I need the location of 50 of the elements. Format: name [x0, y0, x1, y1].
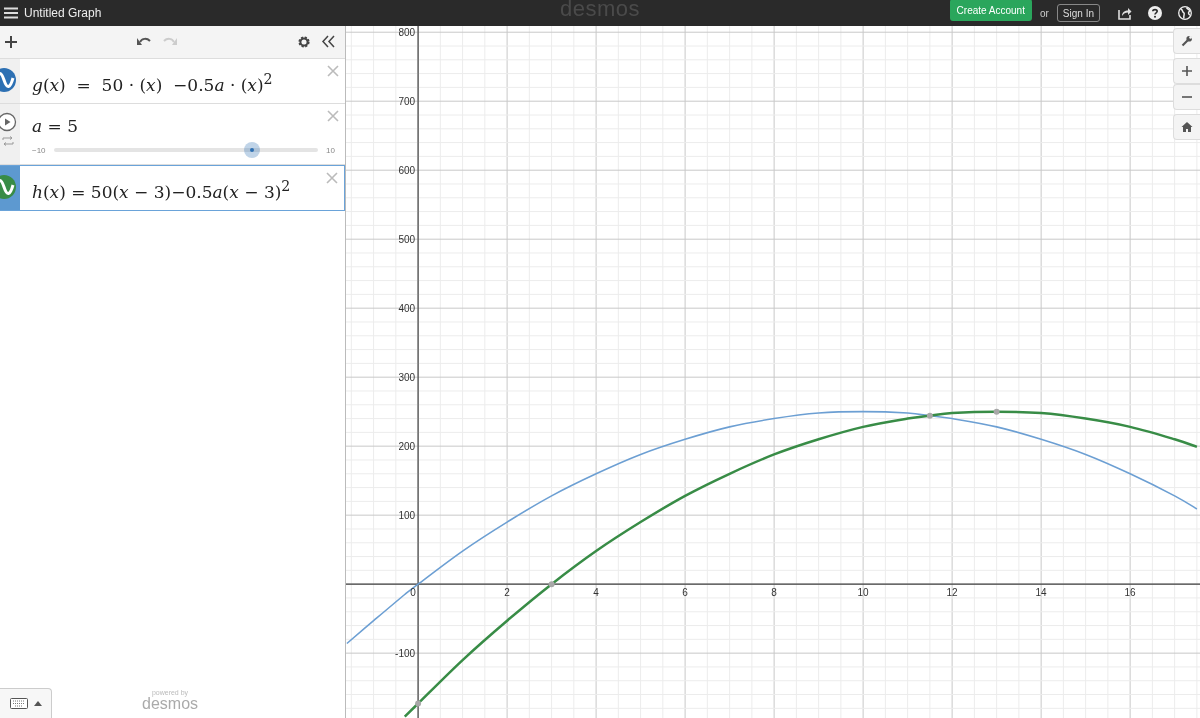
caret-icon [33, 701, 42, 706]
tick-label: 10 [857, 587, 869, 599]
zoom-out-button[interactable] [1173, 84, 1200, 110]
sign-in-button[interactable]: Sign In [1056, 4, 1100, 22]
tick-label: 500 [398, 234, 416, 246]
tick-label: 6 [682, 587, 688, 599]
tick-label: 700 [398, 96, 416, 108]
tick-label: 0 [410, 587, 416, 599]
play-icon[interactable] [0, 112, 17, 132]
expression-row[interactable]: 𝑔(𝑥) = 50 · (𝑥) −0.5𝑎 · (𝑥)$^{2}$ [0, 59, 345, 104]
tick-label: 100 [398, 510, 416, 522]
wrench-icon[interactable] [1173, 28, 1200, 54]
add-icon[interactable] [4, 35, 18, 49]
tick-label: 400 [398, 303, 416, 315]
expression-text[interactable]: ℎ(𝑥) = 50(𝑥 − 3)−0.5𝑎(𝑥 − 3)$^{2}$ [32, 178, 291, 202]
brand-logo: desmos [142, 696, 199, 712]
collapse-icon[interactable] [321, 34, 336, 49]
zoom-in-button[interactable] [1173, 58, 1200, 84]
point-markers[interactable] [415, 408, 1000, 707]
tick-label: -100 [395, 648, 416, 660]
help-icon[interactable] [1148, 6, 1162, 20]
settings-icon[interactable] [297, 35, 311, 49]
graph-title[interactable]: Untitled Graph [24, 6, 102, 20]
undo-icon[interactable] [136, 35, 152, 47]
slider-track[interactable] [53, 142, 319, 158]
globe-icon[interactable] [1178, 6, 1192, 20]
tick-label: 800 [398, 27, 416, 39]
tick-label: 200 [398, 441, 416, 453]
share-icon[interactable] [1118, 6, 1132, 20]
or-text: or [1039, 7, 1049, 19]
tick-label: 300 [398, 372, 416, 384]
expression-row[interactable]: ℎ(𝑥) = 50(𝑥 − 3)−0.5𝑎(𝑥 − 3)$^{2}$ [0, 165, 345, 211]
tick-label: 8 [771, 587, 777, 599]
tick-label: 16 [1124, 587, 1136, 599]
menu-icon[interactable] [4, 7, 18, 19]
slider-thumb[interactable] [243, 142, 260, 158]
tick-label: 2 [504, 587, 510, 599]
tick-label: 4 [593, 587, 599, 599]
home-icon[interactable] [1173, 114, 1200, 140]
expression-text[interactable]: 𝑎 = 5 [32, 116, 78, 136]
plus-icon [1181, 65, 1193, 77]
slider-max: 10 [326, 145, 335, 155]
tick-label: 12 [946, 587, 958, 599]
keyboard-button[interactable] [0, 688, 52, 718]
tick-label: 14 [1035, 587, 1047, 599]
expression-row[interactable]: 𝑎 = 5 −10 10 [0, 104, 345, 165]
keyboard-icon [9, 698, 28, 709]
slider-min: −10 [32, 145, 46, 155]
expression-text[interactable]: 𝑔(𝑥) = 50 · (𝑥) −0.5𝑎 · (𝑥)$^{2}$ [32, 71, 273, 95]
tick-label: 600 [398, 165, 416, 177]
